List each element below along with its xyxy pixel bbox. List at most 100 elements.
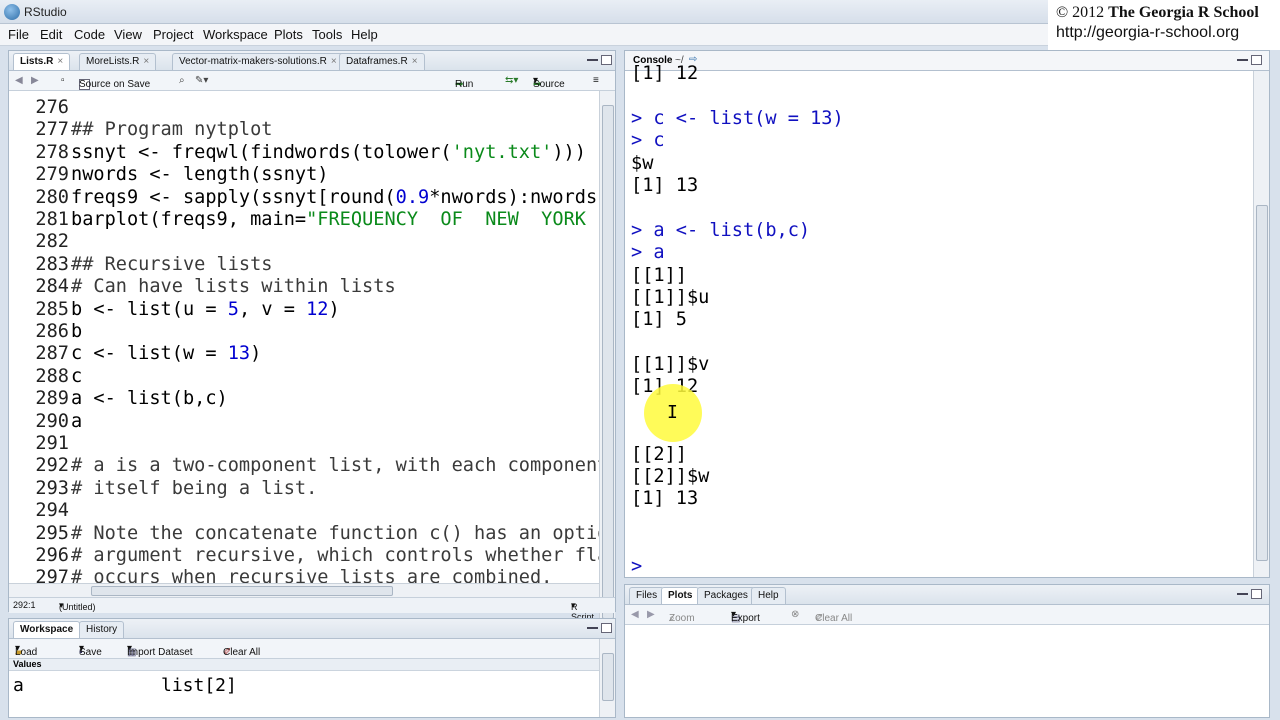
maximize-icon[interactable] xyxy=(1251,55,1262,65)
console-output-line: [1] 12 xyxy=(631,63,699,84)
code-editor[interactable]: 276 277 ## Program nytplot 278 ssnyt <- freq… xyxy=(9,95,609,633)
code-token: b xyxy=(71,321,83,342)
line-source: ## Program nytplot xyxy=(71,119,273,141)
forward-arrow-icon[interactable]: ▶ xyxy=(31,75,39,86)
source-button[interactable]: ➡ Source ▾ xyxy=(533,75,565,90)
console-vscrollbar[interactable] xyxy=(1253,71,1269,577)
console-output-line: [[2]]$w xyxy=(631,466,710,488)
code-token: 0.9 xyxy=(395,186,430,208)
forward-arrow-icon[interactable]: ▶ xyxy=(647,609,655,620)
back-arrow-icon[interactable]: ◀ xyxy=(15,75,23,86)
filetype-selector[interactable]: R Script ▾ xyxy=(571,600,594,622)
menu-code[interactable]: Code xyxy=(74,27,105,42)
rerun-icon[interactable]: ⇆▾ xyxy=(505,75,518,86)
workspace-tabs: Workspace History xyxy=(9,619,615,639)
back-arrow-icon[interactable]: ◀ xyxy=(631,609,639,620)
menu-plots[interactable]: Plots xyxy=(274,27,303,42)
editor-vscrollbar[interactable] xyxy=(599,91,615,633)
console-input-line: > c <- list(w = 13) xyxy=(631,107,844,129)
save-icon[interactable]: ▫ xyxy=(61,75,65,86)
menu-tools[interactable]: Tools xyxy=(312,27,342,42)
line-number: 277 xyxy=(35,119,69,141)
maximize-icon[interactable] xyxy=(601,55,612,65)
maximize-icon[interactable] xyxy=(601,623,612,633)
menu-workspace[interactable]: Workspace xyxy=(203,27,268,42)
line-source: b xyxy=(71,321,82,343)
minimize-icon[interactable] xyxy=(1237,593,1248,597)
code-token: # Can have lists within lists xyxy=(71,276,396,298)
line-source: a xyxy=(71,411,82,433)
save-button[interactable]: ▪ Save ▾ xyxy=(79,643,102,658)
load-button[interactable]: ▰ Load ▾ xyxy=(15,643,37,658)
code-token: 12 xyxy=(306,298,329,320)
console-output[interactable]: [1] 12 > c <- list(w = 13) > c $w [1] 13 > a … xyxy=(631,63,1251,577)
console-input-line: > c xyxy=(631,130,665,152)
close-icon[interactable]: × xyxy=(331,56,337,67)
code-token: nwords <- length(ssnyt) xyxy=(71,164,329,186)
close-icon[interactable]: × xyxy=(412,56,418,67)
editor-tabs: Lists.R × MoreLists.R × Vector-matrix-make… xyxy=(9,51,615,71)
code-token: ssnyt <- freqwl(findwords(tolower( xyxy=(71,141,452,163)
editor-hscrollbar[interactable] xyxy=(9,583,599,597)
rstudio-icon xyxy=(4,4,20,20)
editor-toolbar: ◀ ▶ ▫ Source on Save ⌕ ✎▾ ➡ Run ⇆▾ ➡ Sou… xyxy=(9,71,615,91)
tab-dataframes-r[interactable]: Dataframes.R × xyxy=(339,53,425,70)
line-source: b <- list(u = 5, v = 12) xyxy=(71,299,340,321)
import-dataset-button[interactable]: ▦ Import Dataset ▾ xyxy=(127,643,193,658)
code-token: c <- list(w = xyxy=(71,343,228,365)
minimize-icon[interactable] xyxy=(587,59,598,63)
line-number: 284 xyxy=(35,276,69,298)
code-token: ) xyxy=(328,298,340,320)
wand-icon[interactable]: ✎▾ xyxy=(195,75,208,86)
minimize-icon[interactable] xyxy=(587,627,598,631)
workspace-vscrollbar[interactable] xyxy=(599,639,615,717)
code-token: # itself being a list. xyxy=(71,477,318,499)
code-token: a xyxy=(71,410,83,432)
editor-vscroll-thumb[interactable] xyxy=(602,105,614,619)
tab-vector-matrix[interactable]: Vector-matrix-makers-solutions.R × xyxy=(172,53,344,70)
plots-pane: Files Plots Packages Help ◀ ▶ ⌕ Zoom ▤ E… xyxy=(624,584,1270,718)
tab-morelists-r[interactable]: MoreLists.R × xyxy=(79,53,157,70)
close-icon[interactable]: × xyxy=(57,56,63,67)
export-button[interactable]: ▤ Export ▾ xyxy=(731,609,760,624)
var-name: a xyxy=(13,675,24,696)
remove-plot-icon[interactable]: ⊗ xyxy=(791,609,799,620)
console-vscroll-thumb[interactable] xyxy=(1256,205,1268,561)
console-input-line: > xyxy=(631,555,654,577)
menu-help[interactable]: Help xyxy=(351,27,378,42)
outline-icon[interactable]: ≡ xyxy=(593,75,599,86)
menu-file[interactable]: File xyxy=(8,27,29,42)
code-token: # a is a two-component list, with each c… xyxy=(71,455,609,477)
table-row[interactable]: a list[2] xyxy=(9,671,599,697)
line-number: 296 xyxy=(35,545,69,566)
close-icon[interactable]: × xyxy=(143,56,149,67)
tab-packages[interactable]: Packages xyxy=(697,587,755,604)
menu-project[interactable]: Project xyxy=(153,27,193,42)
line-source: # Can have lists within lists xyxy=(71,276,396,298)
line-source: # Note the concatenate function c() has … xyxy=(71,523,608,545)
workspace-pane: Workspace History ▰ Load ▾ ▪ Save ▾ ▦ Im… xyxy=(8,618,616,718)
editor-hscroll-thumb[interactable] xyxy=(91,586,393,596)
maximize-icon[interactable] xyxy=(1251,589,1262,599)
menu-edit[interactable]: Edit xyxy=(40,27,62,42)
tab-history[interactable]: History xyxy=(79,621,125,638)
line-source: # argument recursive, which controls whe… xyxy=(71,545,608,567)
search-icon[interactable]: ⌕ xyxy=(179,75,185,86)
code-token: barplot(freqs9, main= xyxy=(71,209,307,230)
scope-selector[interactable]: (Untitled) ▾ xyxy=(59,600,96,612)
tab-lists-r[interactable]: Lists.R × xyxy=(13,53,71,70)
editor-statusbar: 292:1 (Untitled) ▾ R Script ▾ xyxy=(9,597,615,622)
tab-help[interactable]: Help xyxy=(751,587,786,604)
tab-plots[interactable]: Plots xyxy=(661,587,700,604)
tab-files[interactable]: Files xyxy=(629,587,665,604)
workspace-toolbar: ▰ Load ▾ ▪ Save ▾ ▦ Import Dataset ▾ ✐ C… xyxy=(9,639,615,659)
tab-workspace[interactable]: Workspace xyxy=(13,621,81,638)
menu-view[interactable]: View xyxy=(114,27,142,42)
console-pane: Console ~/ ⇨ [1] 12 > c <- list(w = 13) > … xyxy=(624,50,1270,578)
workspace-vscroll-thumb[interactable] xyxy=(602,653,614,701)
line-source: ## Recursive lists xyxy=(71,254,273,276)
line-number: 292 xyxy=(35,455,69,477)
